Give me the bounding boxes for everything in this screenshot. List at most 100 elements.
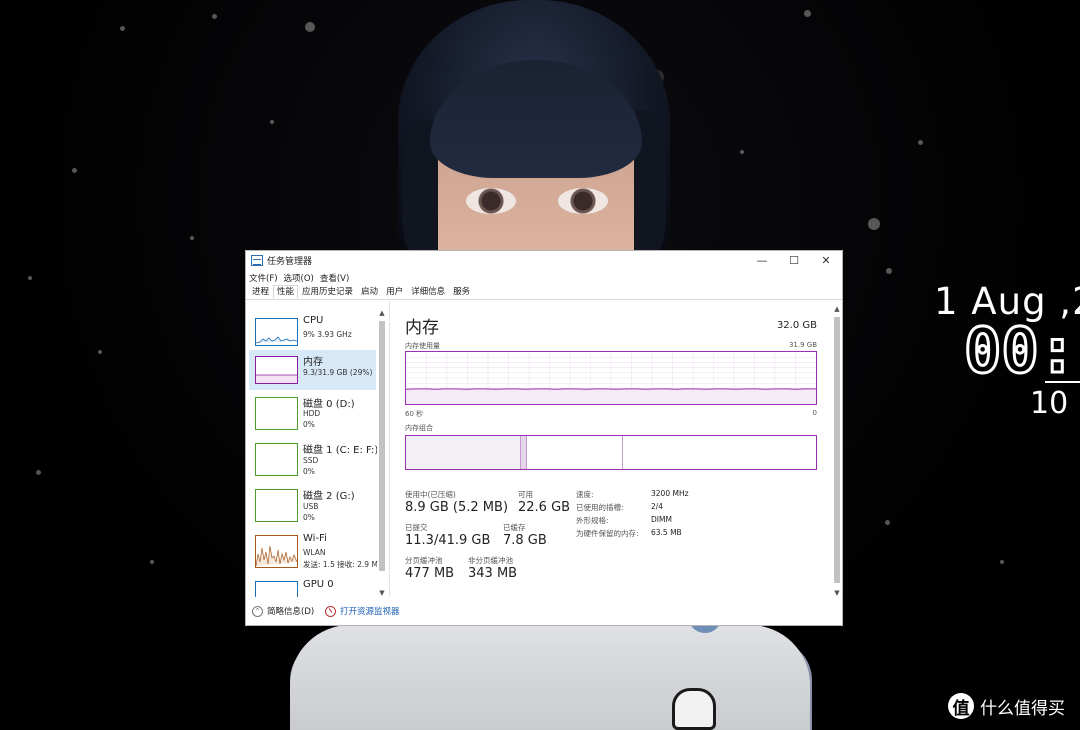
sidebar-item-detail: HDD [303, 409, 321, 418]
committed-label: 已提交 [405, 523, 428, 532]
available-value: 22.6 GB [518, 500, 571, 515]
nonpaged-pool-value: 343 MB [468, 566, 518, 581]
speed-value: 3200 MHz [651, 489, 689, 498]
usage-graph-max: 31.9 GB [788, 341, 817, 349]
star [886, 268, 892, 274]
composition-free [623, 436, 816, 469]
star [804, 10, 811, 17]
available-label: 可用 [518, 490, 533, 499]
sidebar-item-cpu[interactable]: CPU 9% 3.93 GHz [249, 304, 376, 346]
sidebar-item-value: 0% [303, 467, 315, 476]
task-manager-window: 任务管理器 — ☐ ✕ 文件(F) 选项(O) 查看(V) 进程 性能 应用历史… [245, 250, 843, 626]
memory-usage-graph [405, 351, 817, 405]
tab-users[interactable]: 用户 [382, 285, 407, 299]
speed-label: 速度: [576, 490, 594, 499]
resource-monitor-label: 打开资源监视器 [340, 607, 400, 617]
star [885, 520, 890, 525]
sidebar-item-name: 内存 [303, 357, 323, 368]
slots-value: 2/4 [651, 502, 664, 511]
character-eye [558, 188, 608, 214]
menu-options[interactable]: 选项(O) [284, 272, 314, 284]
sidebar-item-name: 磁盘 1 (C: E: F:) [303, 445, 377, 456]
clock-divider [1045, 381, 1080, 383]
committed-value: 11.3/41.9 GB [405, 533, 491, 548]
in-use-label: 使用中(已压缩) [405, 490, 456, 499]
hardware-reserved-label: 为硬件保留的内存: [576, 529, 639, 538]
memory-detail-panel: 内存 32.0 GB 内存使用量 31.9 GB 60 秒 0 内存组合 使用中… [405, 301, 825, 597]
disk-thumbnail-graph [255, 397, 298, 430]
sidebar-item-disk-2[interactable]: 磁盘 2 (G:) USB 0% [249, 483, 376, 525]
wifi-thumbnail-graph [255, 535, 298, 568]
scroll-up-icon[interactable]: ▲ [832, 305, 842, 313]
sidebar-item-disk-0[interactable]: 磁盘 0 (D:) HDD 0% [249, 390, 376, 432]
scrollbar-thumb[interactable] [379, 321, 385, 571]
sidebar-item-detail: 9% 3.93 GHz [303, 330, 352, 339]
watermark: 值 什么值得买 [948, 693, 1065, 719]
character-eye [466, 188, 516, 214]
wifi-sparkline [256, 545, 297, 567]
nonpaged-pool-label: 非分页缓冲池 [468, 556, 513, 565]
window-title: 任务管理器 [267, 257, 313, 267]
tab-services[interactable]: 服务 [449, 285, 474, 299]
shirt-logo [672, 688, 716, 730]
tab-app-history[interactable]: 应用历史记录 [298, 285, 357, 299]
star [918, 140, 923, 145]
minimize-button[interactable]: — [746, 251, 778, 270]
sidebar-scrollbar[interactable]: ▲ ▼ [377, 309, 387, 597]
paged-pool-value: 477 MB [405, 566, 455, 581]
scroll-down-icon[interactable]: ▼ [832, 589, 842, 597]
maximize-button[interactable]: ☐ [778, 251, 810, 270]
star [150, 560, 154, 564]
sidebar-item-value: 0% [303, 513, 315, 522]
star [72, 168, 77, 173]
close-button[interactable]: ✕ [810, 251, 842, 270]
gpu-thumbnail-graph [255, 581, 298, 597]
tab-details[interactable]: 详细信息 [407, 285, 449, 299]
slots-label: 已使用的插槽: [576, 503, 624, 512]
usage-area [406, 388, 816, 404]
open-resource-monitor-link[interactable]: 打开资源监视器 [325, 605, 400, 617]
sidebar-item-value: 0% [303, 420, 315, 429]
menu-file[interactable]: 文件(F) [249, 272, 278, 284]
usage-graph-label: 内存使用量 [405, 342, 440, 350]
tab-processes[interactable]: 进程 [248, 285, 273, 299]
sidebar-item-disk-1[interactable]: 磁盘 1 (C: E: F:) SSD 0% [249, 437, 377, 479]
scroll-down-icon[interactable]: ▼ [377, 589, 387, 597]
clock-seconds: 10 [1030, 386, 1069, 421]
resource-monitor-icon [325, 605, 336, 617]
tab-startup[interactable]: 启动 [357, 285, 382, 299]
sidebar-item-name: 磁盘 2 (G:) [303, 491, 355, 502]
clock-time: 00: [963, 314, 1078, 387]
fewer-details-button[interactable]: ⌃ 简略信息(D) [252, 605, 314, 617]
graph-time-end: 0 [812, 409, 817, 417]
sidebar-item-name: Wi-Fi [303, 533, 327, 544]
memory-sparkline [256, 374, 297, 383]
scrollbar-thumb[interactable] [834, 317, 840, 583]
star [36, 470, 41, 475]
disk-thumbnail-graph [255, 489, 298, 522]
composition-standby [527, 436, 623, 469]
sidebar-item-gpu[interactable]: GPU 0 [249, 575, 376, 597]
chevron-up-icon: ⌃ [252, 605, 263, 617]
form-factor-label: 外形规格: [576, 516, 609, 525]
sidebar-item-wifi[interactable]: Wi-Fi WLAN 发送: 1.5 接收: 2.9 M [249, 529, 377, 571]
scroll-up-icon[interactable]: ▲ [377, 309, 387, 317]
menu-view[interactable]: 查看(V) [320, 272, 349, 284]
watermark-icon: 值 [948, 693, 974, 719]
memory-composition-bar [405, 435, 817, 470]
page-title: 内存 [405, 318, 439, 338]
sidebar-item-memory[interactable]: 内存 9.3/31.9 GB (29%) [249, 350, 376, 390]
sidebar-item-name: CPU [303, 315, 324, 326]
cpu-sparkline [256, 336, 297, 344]
tab-bar: 进程 性能 应用历史记录 启动 用户 详细信息 服务 [246, 285, 842, 300]
cached-label: 已缓存 [503, 523, 526, 532]
watermark-text: 什么值得买 [980, 698, 1065, 719]
title-bar[interactable]: 任务管理器 — ☐ ✕ [246, 251, 842, 270]
main-scrollbar[interactable]: ▲ ▼ [832, 305, 842, 597]
star [305, 22, 315, 32]
paged-pool-label: 分页缓冲池 [405, 556, 443, 565]
menu-bar: 文件(F) 选项(O) 查看(V) [246, 270, 842, 285]
star [120, 26, 125, 31]
tab-performance[interactable]: 性能 [273, 285, 299, 299]
star [740, 150, 744, 154]
